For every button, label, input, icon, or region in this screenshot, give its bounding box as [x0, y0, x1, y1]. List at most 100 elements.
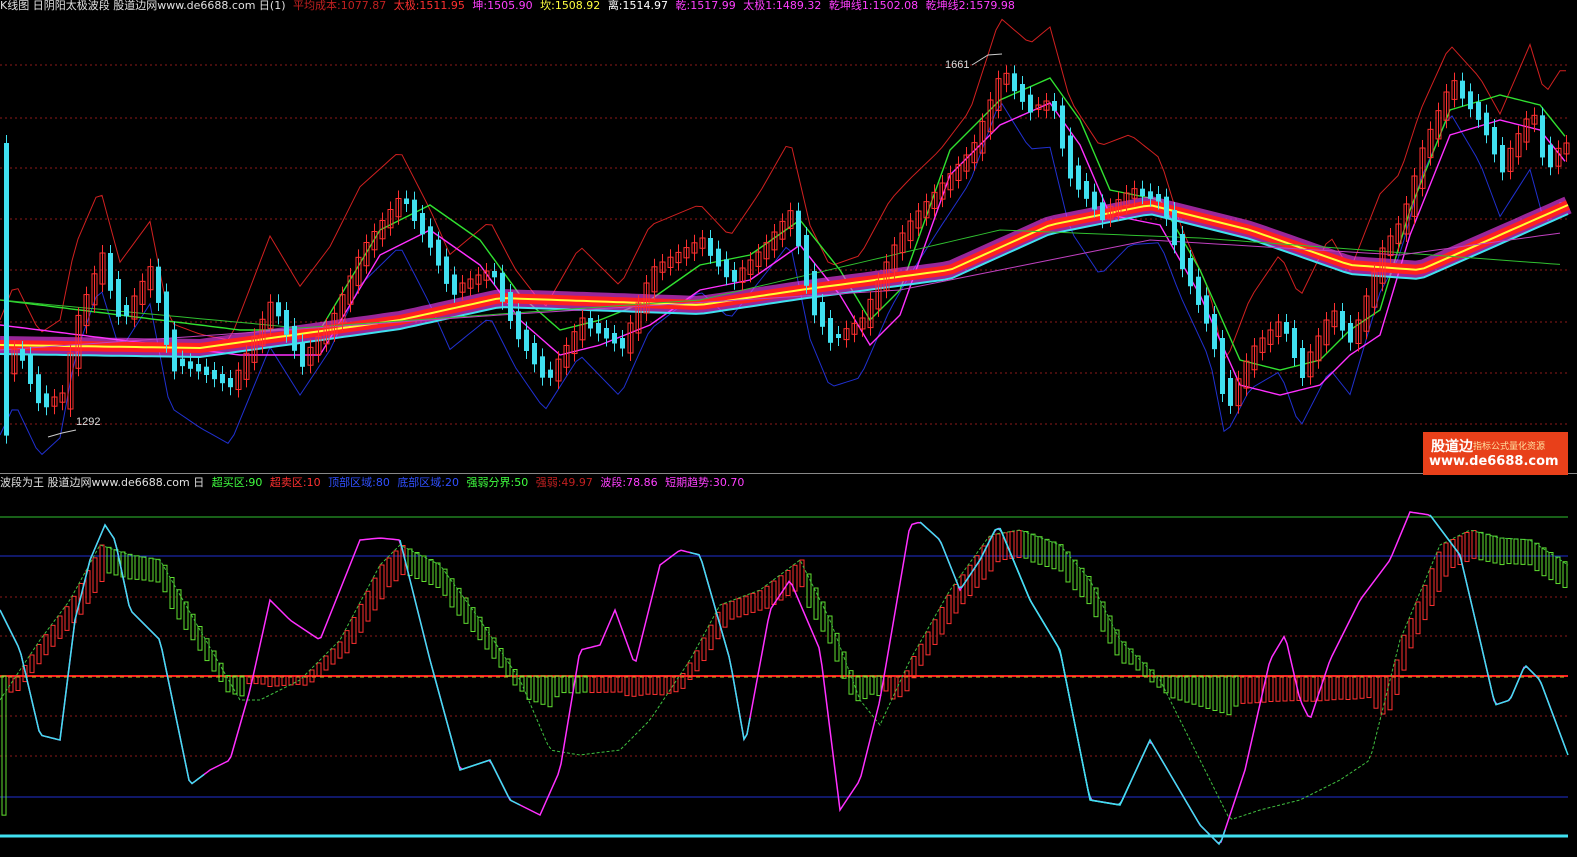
strength-bar: [1170, 675, 1176, 699]
candle-body: [1340, 311, 1345, 331]
watermark-badge[interactable]: 股道边 指标公式量化资源 www.de6688.com: [1423, 432, 1568, 475]
candle-body: [276, 302, 281, 317]
strength-bar: [1289, 675, 1295, 702]
strength-bar: [722, 603, 728, 628]
strength-bar: [568, 675, 574, 694]
candle-body: [588, 318, 593, 329]
strength-bar: [1513, 538, 1519, 565]
strength-bar: [330, 648, 336, 665]
strength-bar: [1212, 675, 1218, 711]
wave-line-cyan: [0, 523, 109, 741]
candle-body: [828, 318, 833, 343]
strength-bar: [372, 577, 378, 611]
candle-body: [492, 271, 497, 278]
strength-bar: [596, 675, 602, 693]
strength-bar: [645, 675, 651, 695]
peak-low-label: 1292: [76, 416, 101, 428]
candle-body: [820, 302, 825, 327]
indicator-strength: 强弱:49.97: [535, 476, 593, 489]
strength-bar: [638, 675, 644, 696]
strength-bar: [554, 675, 560, 698]
strength-bar: [1436, 551, 1442, 592]
strength-bar: [1429, 568, 1435, 606]
watermark-url: www.de6688.com: [1429, 454, 1559, 469]
strength-bar: [1408, 618, 1414, 649]
indicator-qian: 乾:1517.99: [675, 0, 736, 12]
strength-bar: [344, 630, 350, 654]
candle-body: [804, 235, 809, 286]
peak-high-label: 1661: [945, 59, 970, 71]
candle-body: [404, 198, 409, 205]
indicator-qiankun2: 乾坤线2:1579.98: [925, 0, 1015, 12]
strength-bar: [1422, 584, 1428, 621]
strength-bar: [624, 675, 630, 697]
candle-body: [1348, 323, 1353, 343]
oscillator-lines: [0, 511, 1569, 846]
candle-body: [124, 305, 129, 317]
candle-body: [1100, 202, 1105, 221]
strength-bar: [946, 594, 952, 625]
strength-bar: [610, 675, 616, 693]
strength-bar: [526, 675, 532, 700]
lower-band-line: [0, 103, 1566, 456]
strength-bar: [1499, 537, 1505, 566]
strength-bar: [155, 558, 161, 583]
strength-bar: [995, 533, 1001, 563]
candle-body: [1300, 348, 1305, 378]
strength-bar: [379, 564, 385, 600]
indicator-kan: 坎:1508.92: [540, 0, 601, 12]
candle-body: [284, 310, 289, 335]
strength-bar: [1135, 655, 1141, 671]
strength-bar: [708, 624, 714, 651]
strength-bar: [1142, 662, 1148, 677]
strength-bar: [1219, 675, 1225, 714]
strength-bar: [652, 675, 658, 695]
strength-bar: [841, 651, 847, 679]
strength-bar: [1275, 675, 1281, 702]
candle-body: [444, 256, 449, 284]
strength-bar: [1, 675, 7, 816]
wave-line-cyan: [919, 521, 1131, 806]
strength-bar: [883, 675, 889, 692]
strength-bar: [974, 555, 980, 588]
strength-bar: [834, 632, 840, 662]
top-panel-curves: [0, 18, 1572, 456]
strength-bar: [1366, 675, 1372, 699]
strength-bar: [351, 617, 357, 644]
candle-body: [1052, 101, 1057, 111]
strength-bar: [1254, 675, 1260, 704]
indicator-avg-cost: 平均成本:1077.87: [293, 0, 387, 12]
candle-body: [1140, 188, 1145, 197]
peak-high-marker: [971, 53, 1003, 66]
stock-chart[interactable]: [0, 0, 1577, 857]
strength-bar: [1471, 530, 1477, 559]
candle-body: [180, 358, 185, 367]
strength-bar: [960, 574, 966, 605]
candle-body: [1012, 73, 1017, 92]
strength-bar: [36, 644, 42, 665]
candle-body: [1540, 115, 1545, 158]
strength-bar: [659, 675, 665, 696]
strength-bar: [533, 675, 539, 703]
indicator-short-trend: 短期趋势:30.70: [665, 476, 745, 489]
strength-bar: [8, 675, 14, 693]
strength-bar: [470, 607, 476, 633]
strength-bar: [1492, 535, 1498, 564]
candle-body: [1484, 112, 1489, 136]
candle-body: [1492, 127, 1497, 155]
watermark-tagline: 指标公式量化资源: [1473, 442, 1546, 452]
candle-body: [156, 266, 161, 303]
bottom-legend: 波段为王 股道边网www.de6688.com 日 超买区:90 超卖区:10 …: [0, 476, 748, 490]
candle-body: [1228, 378, 1233, 406]
strength-bar: [1555, 556, 1561, 585]
candle-body: [1180, 234, 1185, 270]
strength-bar: [365, 590, 371, 622]
strength-bar: [57, 615, 63, 639]
candle-body: [620, 338, 625, 349]
strength-bar: [484, 627, 490, 650]
candle-body: [500, 272, 505, 302]
indicator-kun: 坤:1505.90: [472, 0, 533, 12]
strength-bar: [449, 578, 455, 608]
bottom-panel-title: 波段为王 股道边网www.de6688.com 日: [0, 476, 205, 489]
strength-bar: [540, 675, 546, 705]
